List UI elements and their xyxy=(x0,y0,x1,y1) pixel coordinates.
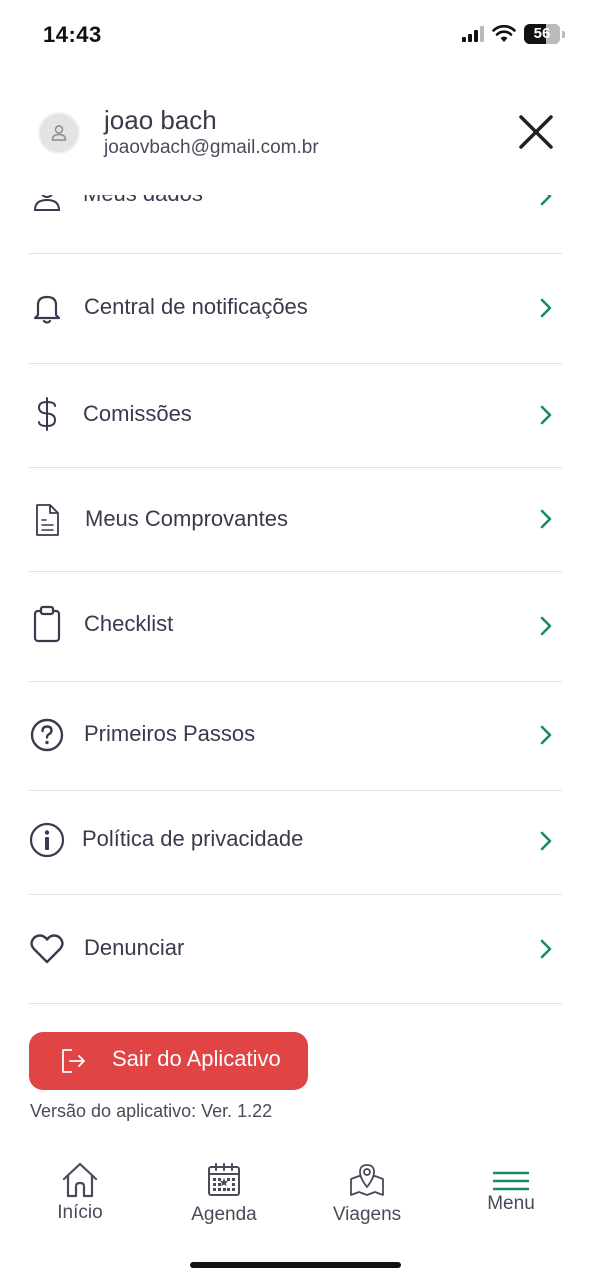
tab-menu[interactable]: Menu xyxy=(480,1171,542,1215)
status-bar: 14:43 56 xyxy=(0,0,591,70)
menu-label: Meus dados xyxy=(83,195,203,207)
menu-label: Primeiros Passos xyxy=(84,721,256,746)
home-icon xyxy=(62,1162,98,1198)
tab-agenda[interactable]: Agenda xyxy=(183,1162,265,1226)
tab-label: Viagens xyxy=(332,1204,402,1225)
logout-icon xyxy=(62,1049,85,1073)
chevron-right-icon xyxy=(538,725,554,745)
question-icon xyxy=(29,717,65,753)
clipboard-icon xyxy=(29,605,65,643)
battery-level: 56 xyxy=(533,25,551,42)
close-button[interactable] xyxy=(512,108,560,156)
menu-item-primeiros-passos[interactable]: Primeiros Passos xyxy=(29,682,562,791)
avatar xyxy=(38,112,80,154)
menu-label: Comissões xyxy=(83,401,192,426)
status-time: 14:43 xyxy=(43,22,102,47)
chevron-right-icon xyxy=(538,509,554,529)
chevron-right-icon xyxy=(538,298,554,318)
menu-label: Meus Comprovantes xyxy=(85,506,288,531)
menu-icon xyxy=(493,1171,529,1191)
profile-header: joao bach joaovbach@gmail.com.br xyxy=(0,95,591,175)
tab-label: Agenda xyxy=(191,1204,257,1225)
tab-viagens[interactable]: Viagens xyxy=(326,1162,408,1226)
menu-item-checklist[interactable]: Checklist xyxy=(29,572,562,682)
menu-item-comprovantes[interactable]: Meus Comprovantes xyxy=(29,468,562,572)
status-icons: 56 xyxy=(462,24,565,44)
menu-label: Checklist xyxy=(84,611,174,636)
info-icon xyxy=(29,822,65,858)
document-icon xyxy=(29,502,65,538)
chevron-right-icon xyxy=(538,831,554,851)
user-name: joao bach xyxy=(104,105,217,135)
heart-icon xyxy=(29,931,65,967)
tab-label: Início xyxy=(57,1202,103,1223)
map-pin-icon xyxy=(350,1164,384,1196)
avatar-user-icon xyxy=(51,125,67,141)
calendar-icon xyxy=(208,1163,240,1196)
bottom-tab-bar: Início Agenda Viagens Menu xyxy=(0,1150,591,1240)
dollar-icon xyxy=(29,396,65,432)
logout-label: Sair do Aplicativo xyxy=(112,1046,281,1071)
logout-button[interactable]: Sair do Aplicativo xyxy=(29,1032,308,1090)
chevron-right-icon xyxy=(538,939,554,959)
user-icon xyxy=(29,195,65,215)
menu-label: Política de privacidade xyxy=(82,826,304,851)
menu-item-meus-dados[interactable]: Meus dados xyxy=(29,195,562,254)
menu-item-notifications[interactable]: Central de notificações xyxy=(29,254,562,364)
app-version: Versão do aplicativo: Ver. 1.22 xyxy=(30,1101,273,1121)
wifi-icon xyxy=(492,25,516,42)
chevron-right-icon xyxy=(538,195,554,206)
tab-label: Menu xyxy=(487,1193,535,1214)
menu-label: Central de notificações xyxy=(84,294,308,319)
chevron-right-icon xyxy=(538,616,554,636)
menu-list: Meus dados Central de notificações Comis… xyxy=(29,195,562,1005)
close-icon xyxy=(519,115,553,149)
menu-item-privacy-policy[interactable]: Política de privacidade xyxy=(29,791,562,895)
menu-item-denunciar[interactable]: Denunciar xyxy=(29,895,562,1004)
chevron-right-icon xyxy=(538,405,554,425)
signal-icon xyxy=(462,26,484,42)
bell-icon xyxy=(29,290,65,326)
menu-label: Denunciar xyxy=(84,935,185,960)
menu-item-comissoes[interactable]: Comissões xyxy=(29,364,562,468)
tab-inicio[interactable]: Início xyxy=(50,1161,110,1224)
user-email: joaovbach@gmail.com.br xyxy=(104,137,319,158)
battery-icon: 56 xyxy=(524,24,560,44)
home-indicator xyxy=(190,1262,401,1268)
